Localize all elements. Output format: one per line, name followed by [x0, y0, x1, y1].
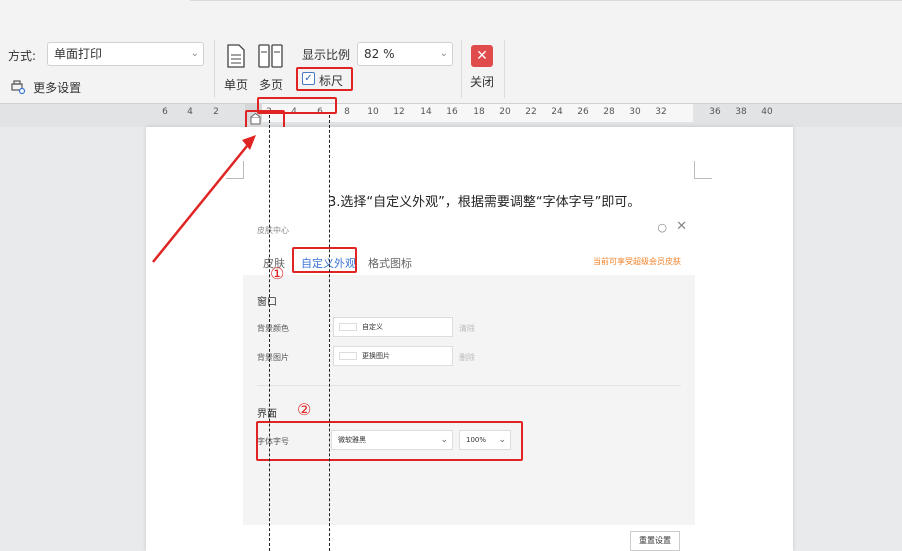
red-arrow-annotation [152, 135, 256, 263]
